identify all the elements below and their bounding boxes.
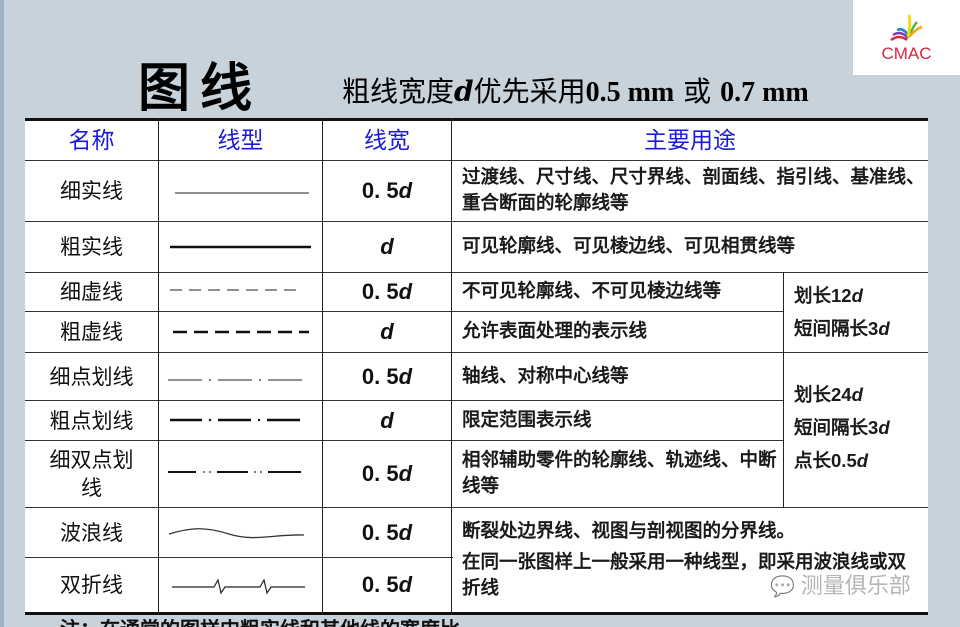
- row-name: 波浪线: [60, 520, 123, 545]
- spec-value: 3: [868, 317, 879, 339]
- break-lines-use: 断裂处边界线、视图与剖视图的分界线。: [462, 521, 796, 542]
- spec-label: 短间隔长: [794, 417, 869, 439]
- row-name: 粗点划线: [49, 408, 134, 433]
- width-var: d: [398, 178, 413, 203]
- width-var: d: [398, 519, 413, 545]
- row-name: 细双点划线: [49, 448, 134, 500]
- thin-dashed-line-sample: [170, 289, 301, 291]
- header-name: 名称: [68, 127, 115, 154]
- spec-value: 3: [868, 416, 879, 438]
- spec-var: d: [851, 284, 863, 306]
- thick-dash-dot-line-sample: [170, 418, 300, 422]
- dot-length-spec: 点长0.5d: [794, 445, 868, 478]
- subtitle-or: 或: [674, 75, 721, 108]
- width-number: 0. 5: [361, 178, 399, 203]
- header-line-type: 线型: [217, 127, 264, 154]
- width-var: d: [398, 572, 413, 597]
- spec-label: 划长: [794, 384, 832, 406]
- row-name: 细点划线: [49, 364, 134, 389]
- row-width: d: [323, 401, 451, 440]
- subtitle-middle: 优先采用: [473, 75, 586, 108]
- width-number: 0. 5: [361, 279, 399, 304]
- row-width: 0. 5 d: [323, 161, 451, 221]
- thin-dash-double-dot-line-sample: [168, 471, 301, 473]
- spec-label: 划长: [794, 285, 832, 307]
- row-width: 0. 5 d: [323, 441, 451, 507]
- header-main-use: 主要用途: [644, 127, 736, 154]
- row-name: 双折线: [60, 573, 123, 597]
- spec-label: 点长: [794, 450, 832, 472]
- dashed-line-spec-note: 划长12d 短间隔长3d: [784, 273, 928, 352]
- spec-var: d: [856, 449, 869, 471]
- row-width: 0. 5 d: [323, 558, 451, 612]
- width-var: d: [380, 407, 394, 433]
- subtitle-prefix: 粗线宽度: [342, 75, 455, 108]
- zigzag-line-sample: [172, 578, 305, 595]
- width-var: d: [398, 363, 413, 389]
- spec-value: 0.5: [831, 449, 857, 471]
- row-width: d: [323, 312, 451, 352]
- table-bottom-border: [25, 612, 928, 615]
- width-var: d: [398, 279, 413, 304]
- wavy-line-sample: [168, 528, 305, 539]
- wechat-watermark: 💬 测量俱乐部: [770, 568, 911, 600]
- thin-solid-line-sample: [175, 192, 309, 194]
- width-var: d: [398, 461, 413, 486]
- spec-var: d: [878, 416, 890, 438]
- width-var: d: [380, 319, 394, 344]
- dash-dot-line-spec-note: 划长24d 短间隔长3d 点长0.5d: [784, 380, 928, 476]
- spec-label: 短间隔长: [794, 318, 869, 340]
- cmac-logo: CMAC: [853, 0, 960, 75]
- subtitle-var: d: [454, 75, 474, 108]
- row-use: 轴线、对称中心线等: [462, 365, 629, 387]
- width-number: 0. 5: [361, 519, 399, 545]
- row-use: 相邻辅助零件的轮廓线、轨迹线、中断线等: [462, 450, 777, 497]
- row-use: 可见轮廓线、可见棱边线、可见相贯线等: [462, 236, 796, 257]
- logo-fan-icon: [890, 14, 923, 42]
- thin-dash-dot-line-sample: [168, 379, 302, 381]
- spec-var: d: [851, 383, 863, 405]
- gap-length-spec: 短间隔长3d: [794, 313, 890, 346]
- spec-value: 24: [831, 383, 852, 405]
- row-use: 过渡线、尺寸线、尺寸界线、剖面线、指引线、基准线、重合断面的轮廓线等: [462, 167, 925, 214]
- row-name: 细虚线: [60, 280, 123, 304]
- row-use: 允许表面处理的表示线: [462, 321, 648, 342]
- row-use: 限定范围表示线: [462, 409, 592, 431]
- line-types-table: 名称 线型 线宽 主要用途 细实线 0. 5 d 过渡线、尺寸线、尺寸界线、剖面…: [25, 118, 928, 615]
- row-width: d: [323, 222, 451, 272]
- page-subtitle: 粗线宽度d优先采用0.5 mm 或 0.7 mm: [342, 70, 809, 110]
- thick-solid-line-sample: [170, 245, 311, 249]
- width-number: 0. 5: [361, 572, 399, 597]
- footer-note-cut: 注：在通常的图样中粗实线和其他线的宽度比: [60, 619, 460, 627]
- row-width: 0. 5 d: [323, 508, 451, 557]
- watermark-text: 测量俱乐部: [800, 574, 911, 599]
- spec-value: 12: [831, 284, 852, 306]
- row-width: 0. 5 d: [323, 353, 451, 400]
- logo-text: CMAC: [881, 44, 932, 63]
- subtitle-value1: 0.5 mm: [585, 77, 675, 108]
- width-number: 0. 5: [361, 461, 399, 486]
- width-number: 0. 5: [361, 363, 399, 389]
- wechat-icon: 💬: [770, 574, 795, 598]
- row-name: 细实线: [60, 179, 123, 203]
- subtitle-value2: 0.7 mm: [720, 77, 809, 108]
- dash-length-spec: 划长24d: [794, 379, 863, 412]
- row-width: 0. 5 d: [323, 273, 451, 311]
- page-title: 图线: [138, 59, 263, 119]
- row-name: 粗虚线: [60, 320, 123, 344]
- header-line-width: 线宽: [364, 127, 410, 154]
- spec-var: d: [878, 317, 890, 339]
- dash-length-spec: 划长12d: [794, 280, 863, 313]
- width-var: d: [380, 234, 394, 259]
- row-use: 不可见轮廓线、不可见棱边线等: [462, 281, 722, 302]
- row-name: 粗实线: [60, 235, 123, 259]
- slide-left-edge: [0, 0, 4, 627]
- gap-length-spec: 短间隔长3d: [794, 412, 890, 445]
- thick-dashed-line-sample: [173, 330, 309, 334]
